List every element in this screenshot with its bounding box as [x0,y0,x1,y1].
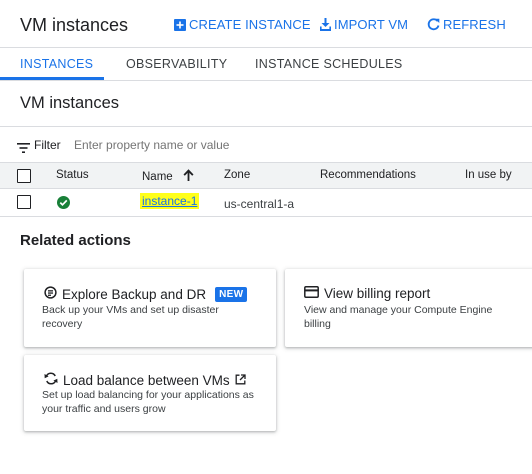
card-explore-backup[interactable]: Explore Backup and DR NEW Back up your V… [24,269,276,347]
refresh-icon [427,18,440,31]
column-header-name-label: Name [142,170,173,183]
import-icon [320,18,331,31]
card-title: Explore Backup and DR [62,286,207,302]
card-view-billing[interactable]: View billing report View and manage your… [285,269,532,347]
card-title-row: Load balance between VMs [44,372,246,388]
backup-icon [44,286,57,302]
billing-card-icon [304,286,319,301]
add-box-icon [174,18,186,31]
header-divider [0,47,532,48]
tab-observability[interactable]: OBSERVABILITY [126,57,227,71]
instance-zone: us-central1-a [224,197,295,211]
column-header-in-use-by: In use by [465,169,512,181]
card-title: View billing report [324,286,431,301]
column-header-status: Status [56,169,89,181]
create-instance-label: CREATE INSTANCE [189,17,311,32]
related-actions-title: Related actions [20,232,131,249]
tab-instance-schedules[interactable]: INSTANCE SCHEDULES [255,57,403,71]
row-checkbox[interactable] [17,195,31,209]
status-ok-icon [57,196,70,214]
table-header-border [0,188,532,189]
table-bottom-border [0,216,532,217]
card-description: Back up your VMs and set up disaster rec… [42,304,219,330]
refresh-label: REFRESH [443,17,506,32]
filter-input[interactable] [74,136,474,154]
page-title: VM instances [20,15,129,35]
filter-icon[interactable] [17,140,30,158]
filter-divider [0,126,532,127]
column-header-zone: Zone [224,169,251,181]
external-link-icon[interactable] [235,373,246,388]
load-balance-icon [44,372,58,388]
card-title-row: Explore Backup and DR NEW [44,286,248,302]
tab-instances[interactable]: INSTANCES [20,57,93,71]
column-header-recommendations: Recommendations [320,169,416,181]
tabs-divider [0,80,532,81]
refresh-button[interactable]: REFRESH [427,17,506,32]
card-description: Set up load balancing for your applicati… [42,389,254,415]
instance-name-link[interactable]: instance-1 [140,193,200,209]
import-vm-button[interactable]: IMPORT VM [320,17,408,32]
filter-label[interactable]: Filter [34,138,61,152]
card-title-row: View billing report [304,286,430,301]
import-vm-label: IMPORT VM [334,17,409,32]
select-all-checkbox[interactable] [17,169,31,183]
sort-ascending-icon[interactable] [183,169,194,184]
card-title: Load balance between VMs [63,372,230,388]
new-badge: NEW [215,286,248,302]
create-instance-button[interactable]: CREATE INSTANCE [174,17,311,32]
card-load-balance[interactable]: Load balance between VMs Set up load bal… [24,355,276,431]
column-header-name[interactable]: Name [142,169,194,184]
card-description: View and manage your Compute Engine bill… [304,304,493,330]
section-title: VM instances [20,94,120,112]
